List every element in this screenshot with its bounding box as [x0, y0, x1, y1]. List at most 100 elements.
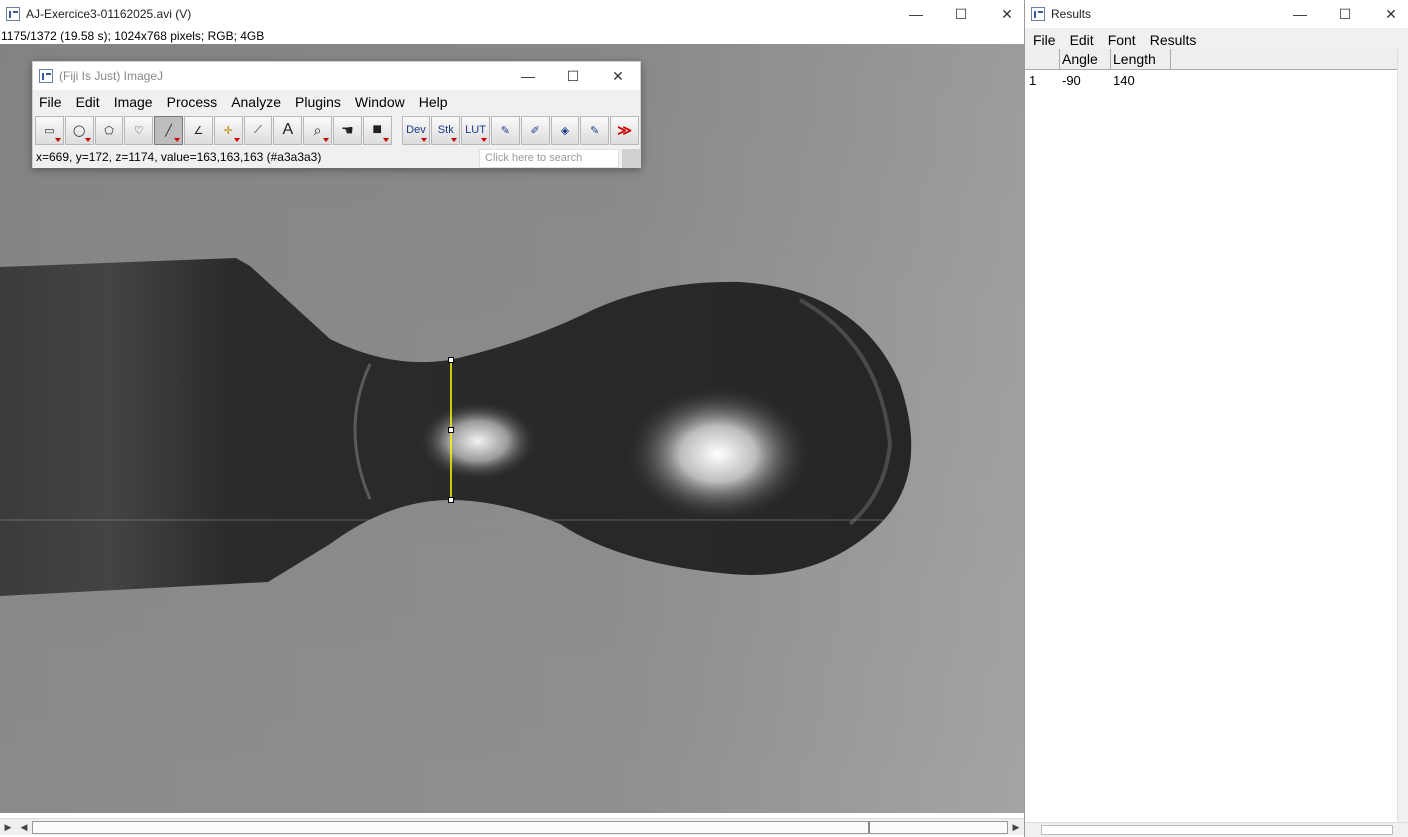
menu-image[interactable]: Image [114, 94, 153, 110]
stacks-menu-button[interactable]: Stk [431, 115, 461, 145]
straight-line-tool[interactable]: ╱ [154, 115, 183, 145]
maximize-button[interactable]: ☐ [938, 0, 984, 28]
more-tools-icon: ≫ [617, 121, 632, 138]
menu-window[interactable]: Window [355, 94, 405, 110]
fiji-maximize-button[interactable]: ☐ [550, 62, 596, 90]
results-vertical-scrollbar[interactable] [1397, 49, 1408, 822]
menu-plugins[interactable]: Plugins [295, 94, 341, 110]
minimize-button[interactable]: — [893, 0, 939, 28]
image-window-title: AJ-Exercice3-01162025.avi (V) [26, 7, 192, 21]
results-hscroll-track[interactable] [1041, 825, 1393, 835]
menu-help[interactable]: Help [419, 94, 448, 110]
oval-tool[interactable]: ◯ [64, 115, 94, 145]
results-window-title: Results [1051, 7, 1092, 21]
line-handle-top [448, 357, 454, 363]
frame-slider-thumb[interactable] [868, 822, 870, 833]
angle-icon: ∠ [193, 124, 204, 137]
freehand-tool[interactable]: ♡ [124, 115, 154, 145]
freehand-icon: ♡ [133, 124, 144, 137]
image-info-bar: 1175/1372 (19.58 s); 1024x768 pixels; RG… [1, 29, 265, 43]
fiji-toolbar-window: (Fiji Is Just) ImageJ — ☐ ✕ File Edit Im… [32, 61, 641, 168]
fiji-menubar: File Edit Image Process Analyze Plugins … [33, 90, 640, 113]
results-menu-font[interactable]: Font [1108, 32, 1136, 48]
hand-tool[interactable]: ☚ [332, 115, 362, 145]
image-horizontal-scrollbar[interactable]: ▶ ◀ ▶ [0, 818, 1024, 835]
text-tool[interactable]: A [273, 115, 303, 145]
text-icon: A [282, 121, 294, 138]
fiji-status-bar: x=669, y=172, z=1174, value=163,163,163 … [33, 147, 640, 168]
rectangle-tool[interactable]: ▭ [35, 115, 64, 145]
menu-analyze[interactable]: Analyze [231, 94, 281, 110]
header-index[interactable] [1025, 49, 1060, 69]
polygon-icon: ⬠ [104, 124, 114, 137]
play-icon[interactable]: ▶ [1, 821, 15, 834]
pencil-tool[interactable]: ✎ [490, 115, 520, 145]
results-horizontal-scrollbar[interactable] [1025, 822, 1408, 837]
cell-angle: -90 [1062, 73, 1081, 88]
angle-tool[interactable]: ∠ [183, 115, 213, 145]
more-tools-button[interactable]: ≫ [610, 115, 639, 145]
magnifier-icon: ⌕ [313, 121, 322, 138]
search-input[interactable]: Click here to search [479, 149, 619, 168]
results-close-button[interactable]: ✕ [1368, 0, 1408, 28]
results-titlebar[interactable]: Results — ☐ ✕ [1025, 0, 1408, 28]
magnifier-tool[interactable]: ⌕ [303, 115, 332, 145]
polygon-tool[interactable]: ⬠ [94, 115, 124, 145]
results-window: Results — ☐ ✕ File Edit Font Results Ang… [1024, 0, 1408, 837]
developer-menu-button[interactable]: Dev [401, 115, 431, 145]
results-menubar: File Edit Font Results [1025, 28, 1408, 51]
scroll-left-icon[interactable]: ◀ [17, 821, 31, 834]
point-tool[interactable]: ✛ [213, 115, 243, 145]
line-icon: ╱ [165, 124, 172, 137]
hand-icon: ☚ [341, 121, 354, 138]
brush-tool[interactable]: ✐ [520, 115, 550, 145]
header-angle[interactable]: Angle [1060, 49, 1111, 69]
brush-icon: ✐ [530, 124, 540, 137]
fiji-window-title: (Fiji Is Just) ImageJ [59, 69, 164, 83]
search-button[interactable] [622, 149, 640, 168]
crosshair-icon: ✛ [223, 124, 233, 137]
results-table-header: Angle Length [1025, 49, 1397, 70]
fiji-titlebar[interactable]: (Fiji Is Just) ImageJ — ☐ ✕ [33, 62, 640, 90]
flood-fill-icon: ◈ [560, 124, 570, 137]
line-handle-center [448, 427, 454, 433]
line-handle-bottom [448, 497, 454, 503]
results-menu-results[interactable]: Results [1150, 32, 1197, 48]
rectangle-icon: ▭ [44, 124, 55, 137]
imagej-app-icon [6, 7, 20, 21]
lut-menu-button[interactable]: LUT [461, 115, 490, 145]
results-menu-file[interactable]: File [1033, 32, 1056, 48]
results-menu-edit[interactable]: Edit [1070, 32, 1094, 48]
menu-file[interactable]: File [39, 94, 62, 110]
flood-fill-tool[interactable]: ◈ [550, 115, 580, 145]
stk-label: Stk [437, 124, 454, 136]
status-text: x=669, y=172, z=1174, value=163,163,163 … [36, 150, 322, 164]
results-maximize-button[interactable]: ☐ [1322, 0, 1368, 28]
fiji-minimize-button[interactable]: — [505, 62, 551, 90]
wand-icon: ⟋ [254, 123, 262, 136]
lut-label: LUT [465, 124, 486, 136]
header-length[interactable]: Length [1111, 49, 1171, 69]
table-row[interactable]: 1 -90 140 [1025, 70, 1397, 92]
spray-tool[interactable]: ✎ [580, 115, 610, 145]
menu-edit[interactable]: Edit [76, 94, 100, 110]
spray-icon: ✎ [590, 124, 600, 137]
cell-length: 140 [1113, 73, 1135, 88]
fiji-close-button[interactable]: ✕ [595, 62, 641, 90]
color-picker-icon: ■ [372, 121, 382, 138]
results-app-icon [1031, 7, 1045, 21]
pencil-icon: ✎ [500, 124, 510, 137]
dropper-tool[interactable]: ■ [362, 115, 392, 145]
dev-label: Dev [406, 124, 426, 136]
oval-icon: ◯ [73, 124, 86, 137]
fiji-tool-row: ▭ ◯ ⬠ ♡ ╱ ∠ ✛ ⟋ A ⌕ ☚ ■ Dev Stk LUT ✎ ✐ … [33, 113, 640, 147]
frame-slider-track[interactable] [32, 821, 1008, 834]
scroll-right-icon[interactable]: ▶ [1009, 821, 1023, 834]
wand-tool[interactable]: ⟋ [243, 115, 273, 145]
menu-process[interactable]: Process [167, 94, 218, 110]
results-minimize-button[interactable]: — [1277, 0, 1323, 28]
image-window-titlebar[interactable]: AJ-Exercice3-01162025.avi (V) — ☐ ✕ [0, 0, 1024, 28]
fiji-app-icon [39, 69, 53, 83]
results-table: Angle Length 1 -90 140 [1025, 49, 1397, 92]
cell-index: 1 [1029, 73, 1037, 88]
